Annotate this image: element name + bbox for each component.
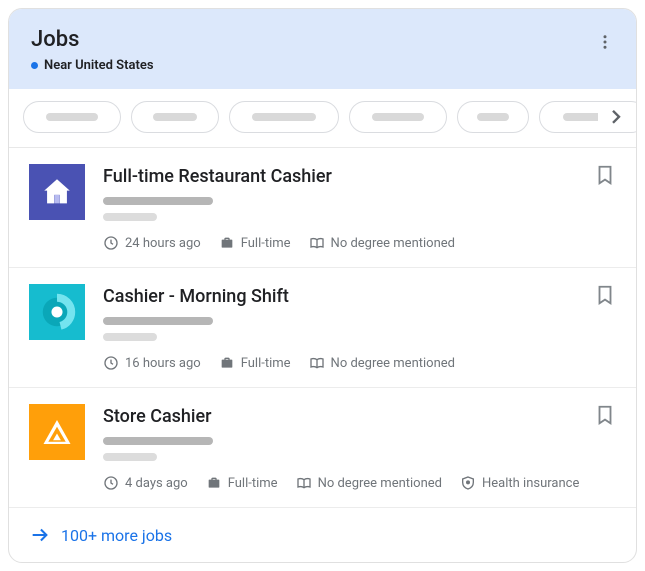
meta-posted-text: 16 hours ago — [125, 356, 201, 371]
location-placeholder — [103, 333, 157, 341]
chip-placeholder — [477, 113, 509, 121]
job-title: Store Cashier — [103, 406, 616, 427]
chevron-right-icon — [604, 105, 628, 129]
company-placeholder — [103, 197, 213, 205]
job-title: Full-time Restaurant Cashier — [103, 166, 616, 187]
header-location-text: Near United States — [44, 58, 154, 73]
meta-posted: 16 hours ago — [103, 355, 201, 371]
filter-chip[interactable] — [229, 101, 339, 133]
job-meta: 16 hours ago Full-time No degree mention… — [103, 355, 616, 371]
more-jobs-text: 100+ more jobs — [61, 526, 172, 545]
chip-placeholder — [372, 113, 424, 121]
briefcase-icon — [219, 235, 235, 251]
meta-type-text: Full-time — [241, 356, 291, 371]
clock-icon — [103, 235, 119, 251]
meta-posted: 24 hours ago — [103, 235, 201, 251]
more-jobs-link[interactable]: 100+ more jobs — [9, 508, 636, 562]
job-body: Cashier - Morning Shift 16 hours ago Ful… — [103, 284, 616, 371]
house-icon — [40, 175, 74, 209]
meta-type: Full-time — [206, 475, 278, 491]
bookmark-icon — [594, 404, 616, 426]
meta-type-text: Full-time — [241, 236, 291, 251]
location-placeholder — [103, 453, 157, 461]
chip-placeholder — [153, 113, 197, 121]
donut-icon — [38, 293, 76, 331]
filter-chip[interactable] — [349, 101, 447, 133]
meta-degree: No degree mentioned — [309, 355, 455, 371]
header: Jobs Near United States — [9, 9, 636, 89]
meta-posted-text: 4 days ago — [125, 476, 188, 491]
job-item[interactable]: Full-time Restaurant Cashier 24 hours ag… — [9, 148, 636, 268]
filter-chip[interactable] — [23, 101, 121, 133]
meta-type: Full-time — [219, 235, 291, 251]
arrow-right-icon — [29, 524, 51, 546]
job-item[interactable]: Store Cashier 4 days ago Full-time No de… — [9, 388, 636, 508]
meta-type: Full-time — [219, 355, 291, 371]
filter-chip[interactable] — [457, 101, 529, 133]
job-meta: 4 days ago Full-time No degree mentioned… — [103, 475, 616, 491]
bookmark-icon — [594, 164, 616, 186]
company-logo — [29, 404, 85, 460]
jobs-card: Jobs Near United States Full-time Restau… — [8, 8, 637, 563]
book-icon — [309, 355, 325, 371]
header-location[interactable]: Near United States — [31, 58, 614, 73]
job-body: Full-time Restaurant Cashier 24 hours ag… — [103, 164, 616, 251]
job-body: Store Cashier 4 days ago Full-time No de… — [103, 404, 616, 491]
clock-icon — [103, 475, 119, 491]
bookmark-icon — [594, 284, 616, 306]
filter-chips-row — [9, 89, 636, 148]
meta-benefit: Health insurance — [460, 475, 579, 491]
clock-icon — [103, 355, 119, 371]
company-logo — [29, 284, 85, 340]
location-dot-icon — [31, 62, 38, 69]
bookmark-button[interactable] — [594, 284, 616, 306]
bookmark-button[interactable] — [594, 164, 616, 186]
meta-degree: No degree mentioned — [296, 475, 442, 491]
more-vert-icon — [596, 33, 614, 51]
filter-chip[interactable] — [131, 101, 219, 133]
job-meta: 24 hours ago Full-time No degree mention… — [103, 235, 616, 251]
meta-degree-text: No degree mentioned — [331, 356, 455, 371]
bookmark-button[interactable] — [594, 404, 616, 426]
book-icon — [296, 475, 312, 491]
book-icon — [309, 235, 325, 251]
job-item[interactable]: Cashier - Morning Shift 16 hours ago Ful… — [9, 268, 636, 388]
meta-posted: 4 days ago — [103, 475, 188, 491]
overflow-menu-button[interactable] — [592, 29, 618, 55]
meta-degree-text: No degree mentioned — [318, 476, 442, 491]
location-placeholder — [103, 213, 157, 221]
meta-benefit-text: Health insurance — [482, 476, 579, 491]
company-placeholder — [103, 437, 213, 445]
chip-placeholder — [252, 113, 316, 121]
meta-degree-text: No degree mentioned — [331, 236, 455, 251]
shield-icon — [460, 475, 476, 491]
briefcase-icon — [219, 355, 235, 371]
chip-placeholder — [46, 113, 98, 121]
meta-type-text: Full-time — [228, 476, 278, 491]
triangle-icon — [39, 414, 75, 450]
company-logo — [29, 164, 85, 220]
chips-scroll-right-button[interactable] — [598, 105, 628, 129]
meta-degree: No degree mentioned — [309, 235, 455, 251]
job-title: Cashier - Morning Shift — [103, 286, 616, 307]
meta-posted-text: 24 hours ago — [125, 236, 201, 251]
company-placeholder — [103, 317, 213, 325]
header-title: Jobs — [31, 27, 614, 52]
briefcase-icon — [206, 475, 222, 491]
